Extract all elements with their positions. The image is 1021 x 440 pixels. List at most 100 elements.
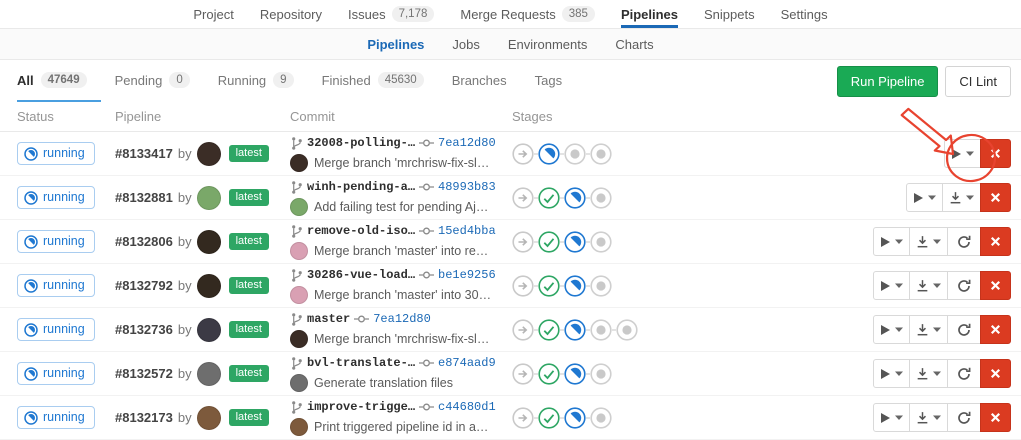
cancel-button[interactable] [980,139,1011,168]
stage-created-link[interactable] [616,319,638,341]
cancel-button[interactable] [980,227,1011,256]
commit-message-link[interactable]: Merge branch 'master' into 30… [314,288,491,302]
status-badge-running[interactable]: running [17,274,95,297]
subnav-item-jobs[interactable]: Jobs [440,29,491,59]
avatar[interactable] [197,142,221,166]
play-dropdown-button[interactable] [873,403,910,432]
stage-skipped-link[interactable] [512,231,534,253]
commit-message-link[interactable]: Merge branch 'mrchrisw-fix-sl… [314,156,489,170]
avatar[interactable] [197,362,221,386]
stage-skipped-link[interactable] [512,363,534,385]
artifacts-dropdown-button[interactable] [909,315,948,344]
artifacts-dropdown-button[interactable] [909,403,948,432]
pipeline-link[interactable]: #8132173 [115,410,173,425]
status-badge-running[interactable]: running [17,406,95,429]
stage-success-link[interactable] [538,363,560,385]
commit-author-avatar[interactable] [290,330,308,348]
branch-link[interactable]: master [307,312,350,327]
branch-link[interactable]: improve-trigge… [307,400,415,415]
commit-author-avatar[interactable] [290,154,308,172]
stage-created-link[interactable] [590,187,612,209]
commit-message-link[interactable]: Merge branch 'master' into re… [314,244,488,258]
status-badge-running[interactable]: running [17,318,95,341]
tab-item-all[interactable]: All47649 [17,60,101,102]
commit-message-link[interactable]: Generate translation files [314,376,453,390]
commit-sha-link[interactable]: 15ed4bba [438,224,496,239]
play-dropdown-button[interactable] [906,183,943,212]
stage-success-link[interactable] [538,231,560,253]
artifacts-dropdown-button[interactable] [909,359,948,388]
pipeline-link[interactable]: #8133417 [115,146,173,161]
nav-item-merge-requests[interactable]: Merge Requests385 [460,0,595,28]
nav-item-issues[interactable]: Issues7,178 [348,0,434,28]
commit-author-avatar[interactable] [290,242,308,260]
cancel-button[interactable] [980,183,1011,212]
commit-sha-link[interactable]: be1e9256 [438,268,496,283]
cancel-button[interactable] [980,403,1011,432]
pipeline-link[interactable]: #8132806 [115,234,173,249]
commit-sha-link[interactable]: 7ea12d80 [373,312,431,327]
subnav-item-environments[interactable]: Environments [496,29,599,59]
avatar[interactable] [197,230,221,254]
retry-button[interactable] [947,403,981,432]
pipeline-link[interactable]: #8132881 [115,190,173,205]
stage-skipped-link[interactable] [512,143,534,165]
nav-item-project[interactable]: Project [193,0,233,28]
branch-link[interactable]: remove-old-iso… [307,224,415,239]
stage-skipped-link[interactable] [512,187,534,209]
cancel-button[interactable] [980,315,1011,344]
commit-message-link[interactable]: Merge branch 'mrchrisw-fix-sl… [314,332,489,346]
commit-message-link[interactable]: Add failing test for pending Aj… [314,200,488,214]
commit-message-link[interactable]: Print triggered pipeline id in a… [314,420,488,434]
commit-sha-link[interactable]: c44680d1 [438,400,496,415]
branch-link[interactable]: 32008-polling-… [307,136,415,151]
stage-created-link[interactable] [590,407,612,429]
stage-running-link[interactable] [564,231,586,253]
stage-created-link[interactable] [590,231,612,253]
nav-item-repository[interactable]: Repository [260,0,322,28]
stage-skipped-link[interactable] [512,275,534,297]
nav-item-snippets[interactable]: Snippets [704,0,755,28]
play-dropdown-button[interactable] [873,315,910,344]
retry-button[interactable] [947,227,981,256]
artifacts-dropdown-button[interactable] [909,271,948,300]
stage-skipped-link[interactable] [512,319,534,341]
stage-running-link[interactable] [564,275,586,297]
commit-author-avatar[interactable] [290,198,308,216]
artifacts-dropdown-button[interactable] [942,183,981,212]
tab-item-tags[interactable]: Tags [521,60,576,102]
stage-created-link[interactable] [590,363,612,385]
branch-link[interactable]: bvl-translate-… [307,356,415,371]
subnav-item-pipelines[interactable]: Pipelines [355,29,436,59]
commit-sha-link[interactable]: 7ea12d80 [438,136,496,151]
tab-item-branches[interactable]: Branches [438,60,521,102]
pipeline-link[interactable]: #8132792 [115,278,173,293]
stage-created-link[interactable] [590,319,612,341]
stage-skipped-link[interactable] [512,407,534,429]
stage-created-link[interactable] [590,275,612,297]
stage-success-link[interactable] [538,275,560,297]
play-dropdown-button[interactable] [944,139,981,168]
nav-item-settings[interactable]: Settings [781,0,828,28]
artifacts-dropdown-button[interactable] [909,227,948,256]
pipeline-link[interactable]: #8132736 [115,322,173,337]
avatar[interactable] [197,406,221,430]
commit-author-avatar[interactable] [290,286,308,304]
commit-author-avatar[interactable] [290,374,308,392]
stage-running-link[interactable] [564,407,586,429]
avatar[interactable] [197,186,221,210]
avatar[interactable] [197,318,221,342]
commit-author-avatar[interactable] [290,418,308,436]
avatar[interactable] [197,274,221,298]
tab-item-pending[interactable]: Pending0 [101,60,204,102]
stage-running-link[interactable] [564,187,586,209]
branch-link[interactable]: 30286-vue-load… [307,268,415,283]
play-dropdown-button[interactable] [873,271,910,300]
run-pipeline-button[interactable]: Run Pipeline [837,66,939,97]
stage-running-link[interactable] [538,143,560,165]
stage-success-link[interactable] [538,319,560,341]
play-dropdown-button[interactable] [873,227,910,256]
tab-item-running[interactable]: Running9 [204,60,308,102]
stage-created-link[interactable] [564,143,586,165]
tab-item-finished[interactable]: Finished45630 [308,60,438,102]
